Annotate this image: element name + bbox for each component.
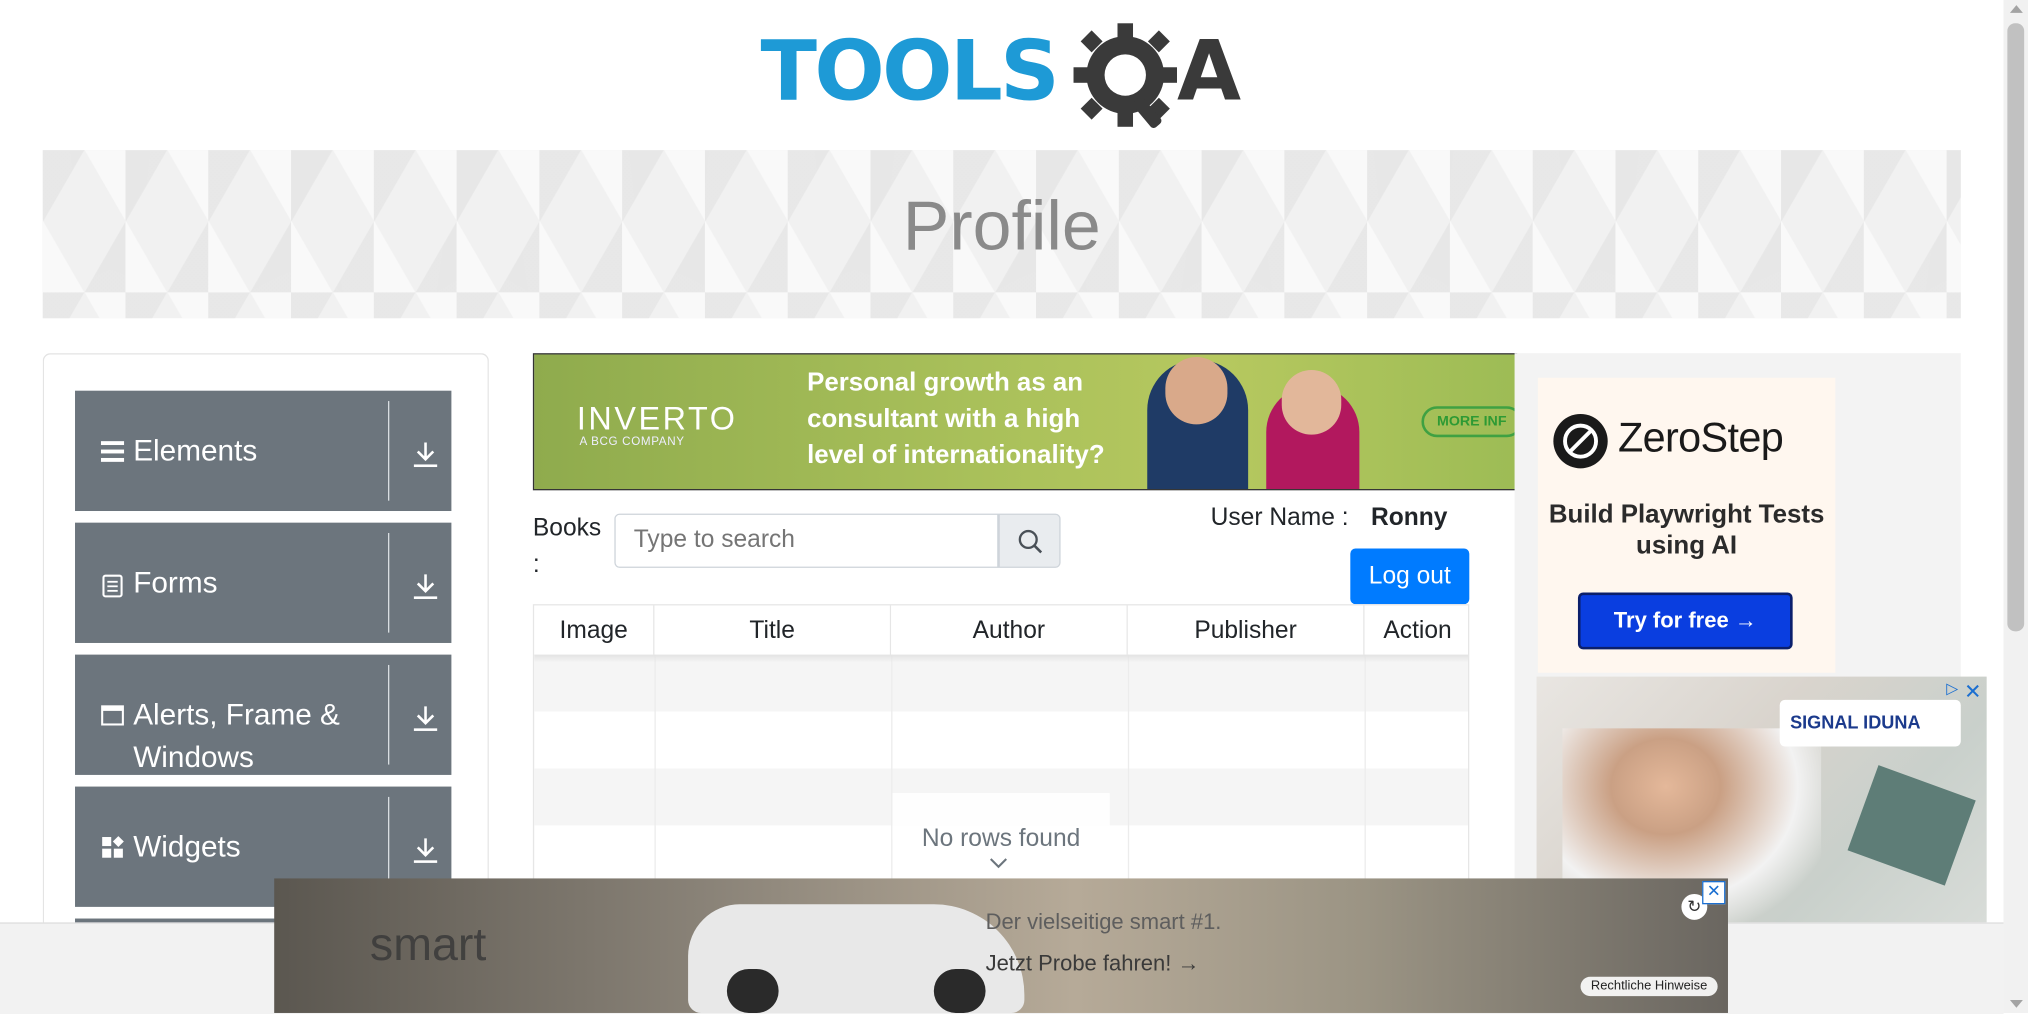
ad-brand-sub: A BCG COMPANY <box>579 434 685 448</box>
download-arrow-icon[interactable] <box>411 440 439 468</box>
logout-button[interactable]: Log out <box>1350 548 1470 605</box>
close-icon[interactable]: ✕ <box>1964 679 1981 705</box>
user-name-label: User Name : <box>1210 504 1349 532</box>
divider <box>388 401 390 501</box>
list-icon <box>100 441 125 462</box>
column-divider <box>891 654 893 901</box>
ad-brand: ZeroStep <box>1618 413 1784 461</box>
ad-smart-car[interactable]: smart Der vielseitige smart #1. Jetzt Pr… <box>274 878 1728 1013</box>
ad-zerostep[interactable]: ZeroStep Build Playwright Tests using AI… <box>1537 377 1836 673</box>
zerostep-logo-icon <box>1553 413 1608 469</box>
scrollbar-thumb[interactable] <box>2007 23 2025 632</box>
try-for-free-button[interactable]: Try for free → <box>1577 592 1793 650</box>
ad-brand: SIGNAL IDUNA <box>1790 711 1921 733</box>
column-header-action[interactable]: Action <box>1364 605 1469 655</box>
page-title: Profile <box>902 187 1101 266</box>
divider <box>388 664 390 765</box>
gear-magnifier-icon <box>1073 23 1177 129</box>
ad-car-wheel <box>933 968 986 1013</box>
divider <box>388 533 390 633</box>
column-header-publisher[interactable]: Publisher <box>1127 605 1365 655</box>
vertical-scrollbar[interactable] <box>2003 0 2028 1013</box>
ad-headline: Personal growth as an consultant with a … <box>807 368 1105 470</box>
ad-more-info-button[interactable]: MORE INF <box>1421 406 1516 438</box>
ad-headline: Der vielseitige smart #1. <box>985 909 1222 935</box>
close-icon[interactable]: ✕ <box>1702 881 1726 905</box>
sidebar-group-forms[interactable]: Forms <box>75 522 452 643</box>
sidebar-group-alerts[interactable]: Alerts, Frame & Windows <box>75 654 452 775</box>
ad-person-face <box>1281 369 1342 435</box>
search-input[interactable] <box>614 513 999 568</box>
column-divider <box>1127 654 1130 901</box>
column-header-image[interactable]: Image <box>534 605 655 655</box>
ad-person-face <box>1165 357 1228 425</box>
search-button[interactable] <box>998 513 1061 568</box>
sidebar-group-label: Alerts, Frame & Windows <box>133 697 340 774</box>
ad-car-wheel <box>726 968 779 1013</box>
books-label: Books : <box>532 514 602 579</box>
sidebar-group-label: Forms <box>133 565 218 599</box>
sidebar-group-label: Widgets <box>133 829 241 863</box>
chevron-down-icon[interactable] <box>988 856 1009 869</box>
logo-text-a: A <box>1176 24 1241 121</box>
ad-cta[interactable]: Jetzt Probe fahren! → <box>986 951 1200 977</box>
document-icon <box>102 574 123 598</box>
header-shadow <box>534 654 1469 663</box>
sidebar-group-elements[interactable]: Elements <box>75 390 452 512</box>
table-row <box>534 712 1468 769</box>
ad-headline: Build Playwright Tests using AI <box>1548 500 1825 561</box>
widgets-icon <box>102 836 124 858</box>
window-icon <box>101 705 124 726</box>
sidebar-group-label: Elements <box>133 433 258 468</box>
page-banner: Profile <box>42 150 1961 319</box>
ad-pillow-image <box>1847 765 1976 886</box>
ad-brand: smart <box>369 917 487 971</box>
no-rows-message: No rows found <box>921 825 1081 853</box>
user-name-value: Ronny <box>1371 504 1448 532</box>
download-arrow-icon[interactable] <box>411 704 439 732</box>
column-header-author[interactable]: Author <box>891 605 1128 655</box>
ad-banner-inverto[interactable]: INVERTO A BCG COMPANY Personal growth as… <box>532 353 1518 491</box>
ad-brand: INVERTO <box>576 401 738 438</box>
download-arrow-icon[interactable] <box>411 836 439 864</box>
ad-brand-badge: SIGNAL IDUNA <box>1779 699 1961 747</box>
column-divider <box>1364 654 1366 901</box>
scroll-up-arrow-icon[interactable] <box>2009 5 2023 13</box>
adchoices-icon[interactable]: ▷ <box>1946 679 1958 697</box>
table-row <box>534 654 1469 712</box>
logo-text-tools: TOOLS <box>760 24 1060 121</box>
scroll-down-arrow-icon[interactable] <box>2009 1000 2023 1008</box>
column-header-title[interactable]: Title <box>654 605 892 655</box>
search-icon <box>1018 529 1043 554</box>
toolsqa-logo[interactable]: TOOLS A <box>761 18 1252 137</box>
download-arrow-icon[interactable] <box>411 572 439 600</box>
column-divider <box>654 654 656 901</box>
legal-notice-button[interactable]: Rechtliche Hinweise <box>1580 976 1718 997</box>
